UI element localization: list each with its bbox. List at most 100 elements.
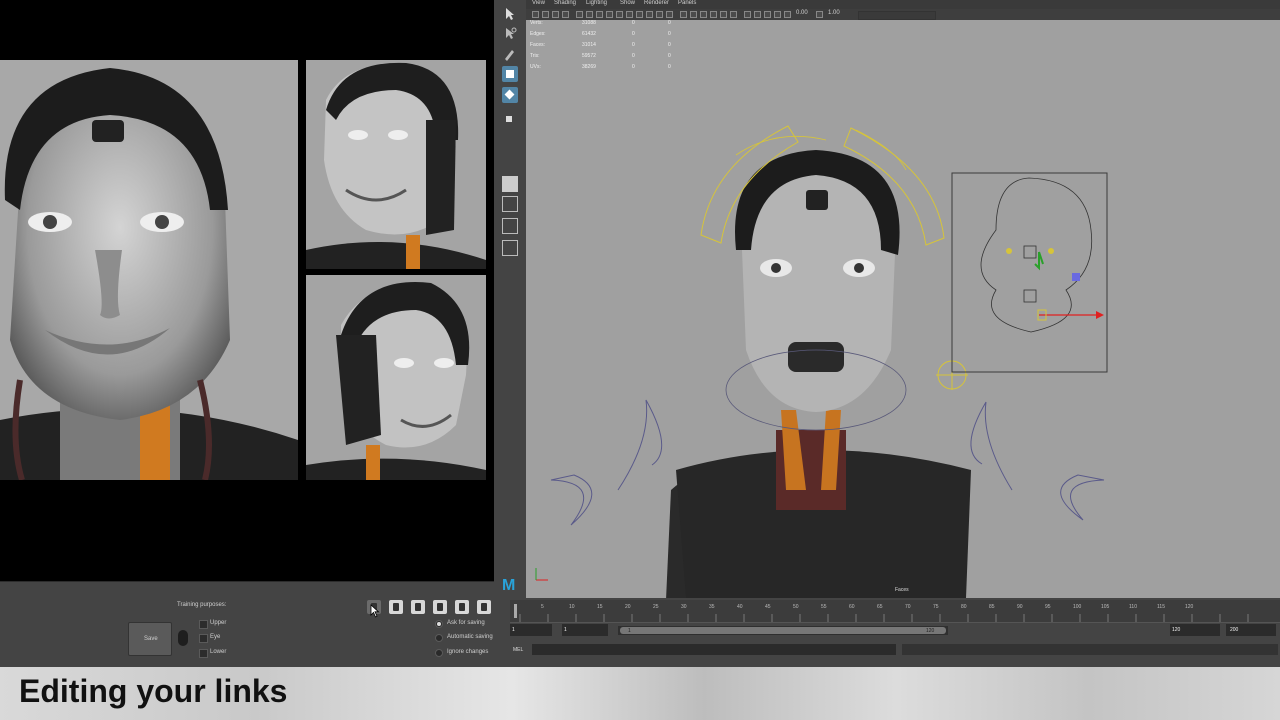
resolution-gate-icon[interactable] — [596, 11, 603, 18]
menu-lighting[interactable]: Lighting — [586, 0, 607, 6]
tick-label: 110 — [1129, 604, 1137, 610]
select-tool-icon[interactable] — [502, 6, 518, 22]
automatic-saving-radio[interactable] — [435, 634, 443, 642]
isolate-select-icon[interactable] — [744, 11, 751, 18]
tick-label: 90 — [1017, 604, 1023, 610]
end-time-field[interactable]: 200 — [1226, 624, 1276, 636]
viewport-camera-label: Faces — [895, 587, 909, 593]
automatic-saving-label: Automatic saving — [447, 634, 493, 640]
ignore-changes-label: Ignore changes — [447, 649, 489, 655]
xray-icon[interactable] — [754, 11, 761, 18]
tick-label: 65 — [877, 604, 883, 610]
side-view-bottom[interactable] — [306, 275, 486, 480]
link-editor-controls: Training purposes: Save Upper Eye Lower … — [0, 581, 494, 668]
tick-label: 5 — [541, 604, 544, 610]
color-space-dropdown[interactable] — [858, 11, 936, 20]
lower-checkbox[interactable] — [199, 649, 208, 658]
range-end-field[interactable]: 120 — [1170, 624, 1220, 636]
start-time-field[interactable]: 1 — [510, 624, 552, 636]
gamma-icon[interactable] — [816, 11, 823, 18]
command-line-input[interactable] — [532, 644, 896, 655]
ask-for-saving-radio[interactable] — [435, 620, 443, 628]
lower-checkbox-label: Lower — [210, 649, 227, 655]
wireframe-icon[interactable] — [646, 11, 653, 18]
textured-icon[interactable] — [666, 11, 673, 18]
exposure-icon[interactable] — [784, 11, 791, 18]
field-chart-icon[interactable] — [616, 11, 623, 18]
lights-icon[interactable] — [680, 11, 687, 18]
outliner-layout-icon[interactable] — [502, 240, 518, 256]
time-slider[interactable]: 5 10 15 20 25 30 35 40 45 50 55 60 65 70… — [510, 600, 1280, 623]
exposure-value[interactable]: 0.00 — [796, 10, 808, 16]
camera-attr-icon[interactable] — [542, 11, 549, 18]
menu-panels[interactable]: Panels — [678, 0, 696, 6]
safe-title-icon[interactable] — [636, 11, 643, 18]
range-slider[interactable]: 1 120 — [618, 626, 948, 635]
mouse-cursor-icon — [370, 604, 380, 618]
shadows-icon[interactable] — [690, 11, 697, 18]
tick-label: 45 — [765, 604, 771, 610]
motion-blur-icon[interactable] — [710, 11, 717, 18]
layout-four-icon[interactable] — [502, 196, 518, 212]
time-slider-area: 5 10 15 20 25 30 35 40 45 50 55 60 65 70… — [494, 598, 1280, 667]
lasso-tool-icon[interactable] — [502, 26, 518, 42]
range-slider-handle[interactable] — [620, 627, 946, 634]
xray-components-icon[interactable] — [774, 11, 781, 18]
film-gate-icon[interactable] — [586, 11, 593, 18]
scale-tool-icon[interactable] — [502, 112, 518, 128]
gamma-value[interactable]: 1.00 — [828, 10, 840, 16]
safe-action-icon[interactable] — [626, 11, 633, 18]
robot-face-three-quarter-render — [306, 60, 486, 269]
save-button[interactable]: Save — [128, 622, 172, 656]
tick-label: 30 — [681, 604, 687, 610]
smooth-shade-icon[interactable] — [656, 11, 663, 18]
tick-label: 105 — [1101, 604, 1110, 610]
grid-icon[interactable] — [576, 11, 583, 18]
menu-show[interactable]: Show — [620, 0, 635, 6]
link-mode-button-4[interactable] — [433, 600, 447, 614]
camera-icon[interactable] — [532, 11, 539, 18]
layout-single-icon[interactable] — [502, 176, 518, 192]
range-start-field[interactable]: 1 — [562, 624, 608, 636]
command-result-field — [902, 644, 1278, 655]
side-view-top[interactable] — [306, 60, 486, 269]
paint-tool-icon[interactable] — [502, 46, 518, 62]
robot-face-side-render — [306, 275, 486, 480]
tick-label: 60 — [849, 604, 855, 610]
gate-mask-icon[interactable] — [606, 11, 613, 18]
upper-checkbox[interactable] — [199, 620, 208, 629]
anti-alias-icon[interactable] — [720, 11, 727, 18]
ignore-changes-radio[interactable] — [435, 649, 443, 657]
caption-title: Editing your links — [19, 673, 288, 709]
link-mode-button-3[interactable] — [411, 600, 425, 614]
xray-joints-icon[interactable] — [764, 11, 771, 18]
tick-label: 80 — [961, 604, 967, 610]
menu-shading[interactable]: Shading — [554, 0, 576, 6]
tick-label: 35 — [709, 604, 715, 610]
perspective-viewport[interactable]: Verts: 31088 0 0 Edges: 61432 0 0 Faces:… — [526, 20, 1280, 598]
maya-logo-icon: M — [502, 577, 516, 594]
rotate-tool-icon[interactable] — [502, 87, 518, 103]
face-tool-window: Training purposes: Save Upper Eye Lower … — [0, 0, 494, 668]
move-tool-icon[interactable] — [502, 66, 518, 82]
viewport-toolbar: 0.00 1.00 — [526, 9, 1280, 20]
upper-checkbox-label: Upper — [210, 620, 227, 626]
link-mode-button-5[interactable] — [455, 600, 469, 614]
layout-two-icon[interactable] — [502, 218, 518, 234]
menu-view[interactable]: View — [532, 0, 545, 6]
ambient-occlusion-icon[interactable] — [700, 11, 707, 18]
image-plane-icon[interactable] — [562, 11, 569, 18]
link-mode-button-2[interactable] — [389, 600, 403, 614]
main-face-viewport[interactable] — [0, 60, 298, 480]
depth-of-field-icon[interactable] — [730, 11, 737, 18]
tick-label: 40 — [737, 604, 743, 610]
robot-face-front-render — [0, 60, 298, 480]
tick-label: 75 — [933, 604, 939, 610]
menu-renderer[interactable]: Renderer — [644, 0, 669, 6]
link-mode-button-6[interactable] — [477, 600, 491, 614]
rigged-character-scene — [535, 125, 1108, 598]
tick-label: 55 — [821, 604, 827, 610]
eye-checkbox[interactable] — [199, 634, 208, 643]
bookmark-icon[interactable] — [552, 11, 559, 18]
eye-checkbox-label: Eye — [210, 634, 221, 640]
